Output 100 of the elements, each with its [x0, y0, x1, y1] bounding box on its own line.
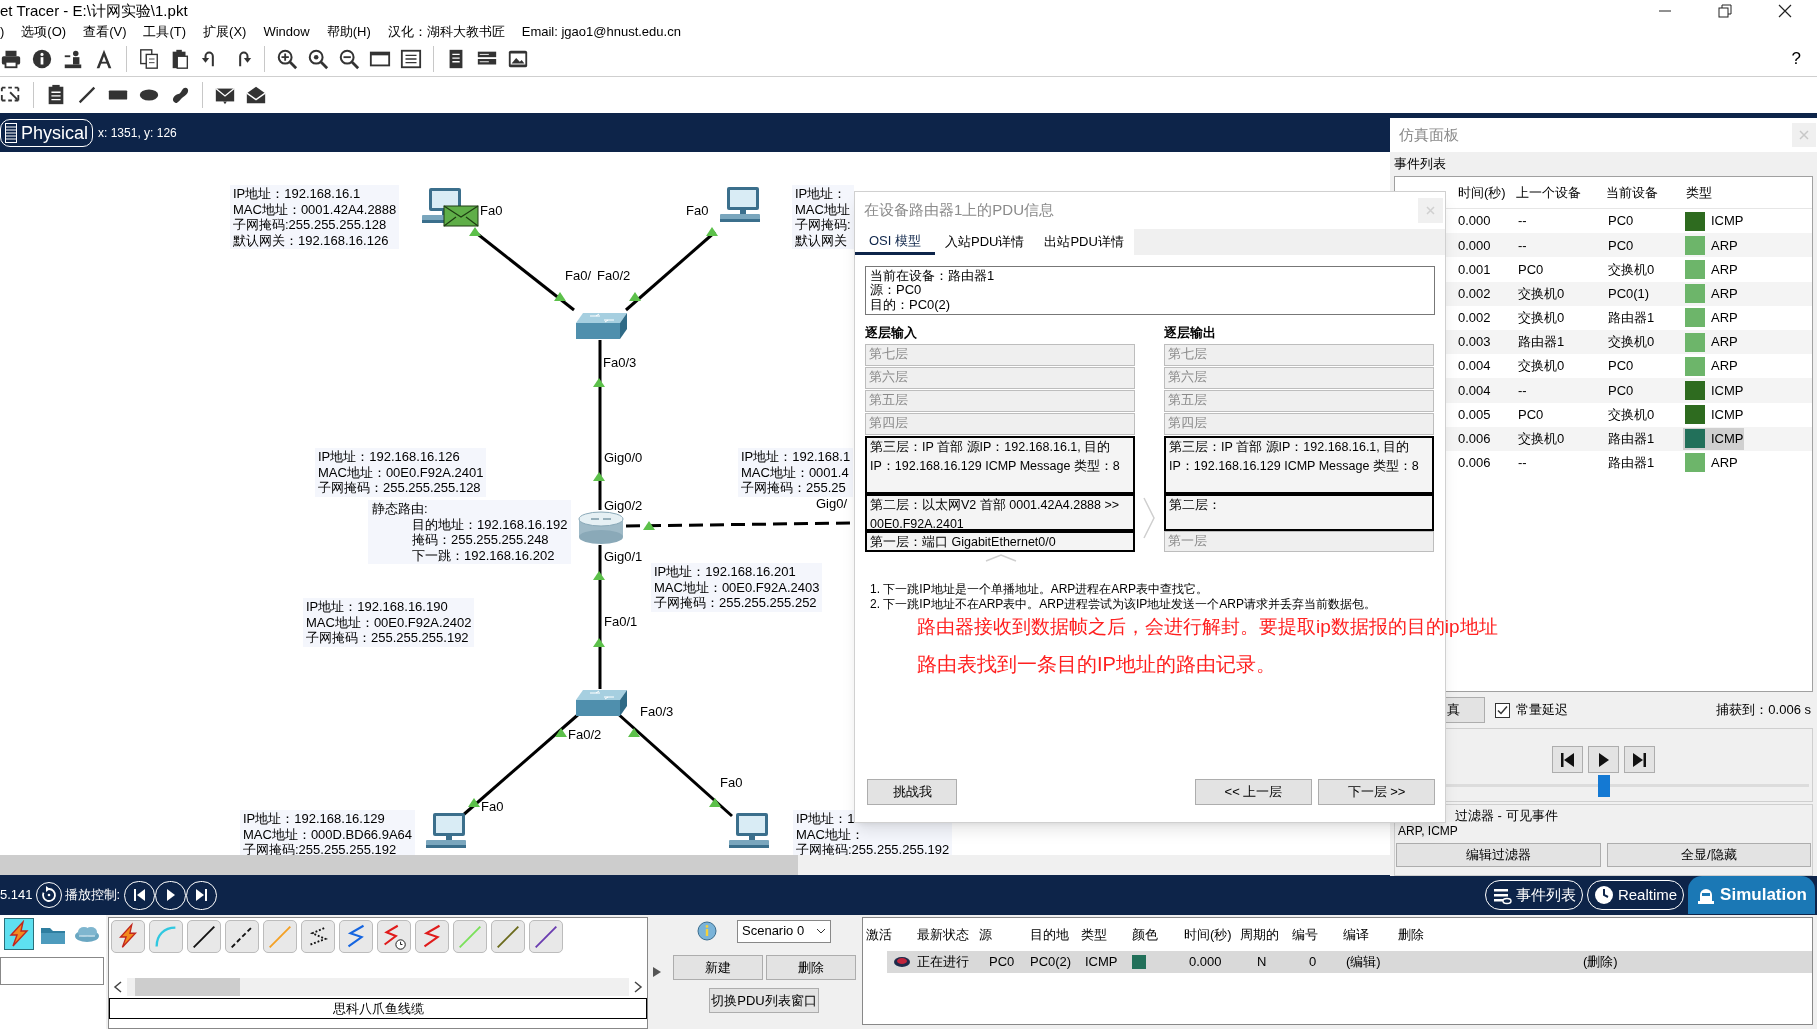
column-header[interactable]: 类型 — [1081, 924, 1132, 945]
scroll-left-icon[interactable] — [113, 981, 123, 993]
layer-row[interactable]: 第三层：IP 首部 源IP：192.168.16.1, 目的IP：192.168.16.129 ICMP Message 类型：8 — [865, 436, 1135, 494]
info-line: MAC地址： — [796, 826, 865, 842]
column-header[interactable]: 时间(秒) — [1455, 182, 1513, 203]
category-button[interactable] — [4, 918, 34, 950]
event-type-cell[interactable]: ICMP — [1683, 403, 1744, 426]
column-header[interactable]: 目的地 — [1030, 924, 1081, 945]
menu-item[interactable]: Window — [263, 22, 310, 42]
layer-row[interactable]: 第二层： — [1164, 494, 1434, 531]
tab[interactable]: 入站PDU详情 — [935, 229, 1035, 255]
scrollbar[interactable] — [0, 855, 1390, 875]
menu-item[interactable]: Email: jgao1@hnust.edu.cn — [521, 22, 681, 42]
table-cell-text: 0.001 — [1457, 260, 1492, 279]
cable-button[interactable] — [529, 920, 563, 953]
forward-button[interactable] — [1624, 746, 1655, 773]
column-header[interactable]: 当前设备 — [1603, 182, 1683, 203]
info-icon[interactable] — [31, 48, 53, 70]
event-type-cell[interactable]: ARP — [1683, 258, 1744, 281]
edit-link[interactable]: (编辑) — [1343, 952, 1583, 972]
tab[interactable]: OSI 模型 — [855, 229, 935, 255]
event-list-button[interactable]: 事件列表 — [1484, 880, 1583, 910]
back-button[interactable] — [1552, 746, 1583, 773]
menu-item[interactable]: 选项(O) — [21, 22, 67, 42]
column-header[interactable]: 激活 — [866, 924, 917, 945]
table-cell-text: 路由器1 — [1607, 309, 1656, 328]
scenario-select[interactable]: Scenario 0 — [737, 919, 831, 943]
event-type-cell[interactable]: ICMP — [1683, 210, 1744, 233]
open-envelope-icon[interactable] — [245, 84, 267, 106]
zoom-out-icon[interactable] — [338, 48, 360, 70]
cable-button[interactable] — [415, 920, 449, 953]
table-cell-text: 0.006 — [1457, 430, 1492, 449]
tab[interactable]: 出站PDU详情 — [1034, 229, 1134, 255]
delete-link[interactable]: (删除) — [1583, 952, 1812, 972]
cable-button[interactable] — [301, 920, 335, 953]
event-type-cell[interactable]: ARP — [1683, 234, 1744, 257]
menu-item[interactable]: 查看(V) — [83, 22, 127, 42]
zoom-in-icon[interactable] — [276, 48, 298, 70]
layer-row[interactable]: 第三层：IP 首部 源IP：192.168.16.1, 目的IP：192.168.16.129 ICMP Message 类型：8 — [1164, 436, 1434, 494]
line-icon[interactable] — [76, 84, 98, 106]
column-header[interactable]: 源 — [979, 924, 1030, 945]
slider-thumb[interactable] — [1597, 775, 1610, 797]
column-header[interactable]: 删除 — [1398, 924, 1812, 945]
physical-button[interactable]: Physical — [0, 118, 94, 147]
column-header[interactable]: 编号 — [1292, 924, 1343, 945]
menu-item[interactable]: ) — [0, 22, 5, 42]
cable-button[interactable] — [111, 920, 145, 953]
image-icon[interactable] — [507, 48, 529, 70]
delete-button[interactable]: 删除 — [765, 955, 856, 980]
column-header[interactable]: 时间(秒) — [1184, 924, 1240, 945]
filter-button[interactable]: 编辑过滤器 — [1396, 843, 1601, 867]
column-header[interactable]: 周期的 — [1240, 924, 1292, 945]
cable-button[interactable] — [187, 920, 221, 953]
play-button[interactable] — [1588, 746, 1619, 773]
filter-button[interactable]: 全显/隐藏 — [1606, 843, 1811, 867]
menu-item[interactable]: 汉化：湖科大教书匠 — [387, 22, 505, 42]
column-header[interactable]: 最新状态 — [917, 924, 979, 945]
menu-item[interactable]: 工具(T) — [143, 22, 187, 42]
column-header[interactable]: 颜色 — [1132, 924, 1184, 945]
zoom-reset-icon[interactable] — [307, 48, 329, 70]
event-type-cell[interactable]: ARP — [1683, 355, 1744, 378]
layer-row[interactable]: 第二层：以太网V2 首部 0001.42A4.2888 >> 00E0.F92A.2401 — [865, 494, 1135, 531]
column-header[interactable]: 上一个设备 — [1513, 182, 1603, 203]
next-layer-button[interactable]: 下一层 >> — [1318, 779, 1435, 805]
search-field[interactable] — [0, 957, 104, 985]
pc-with-envelope-drawing[interactable] — [420, 187, 480, 228]
cable-button[interactable] — [339, 920, 373, 953]
event-type-cell[interactable]: ARP — [1683, 306, 1744, 329]
printer-icon[interactable] — [0, 48, 22, 70]
simulation-button[interactable]: Simulation — [1688, 876, 1815, 914]
list-icon[interactable] — [400, 48, 422, 70]
challenge-button[interactable]: 挑战我 — [867, 779, 957, 805]
copy-icon[interactable] — [138, 48, 160, 70]
type-label: ARP — [1711, 284, 1738, 303]
cable-button[interactable] — [225, 920, 259, 953]
event-type-cell[interactable]: ARP — [1683, 282, 1744, 305]
event-type-cell[interactable]: ARP — [1683, 331, 1744, 354]
column-header[interactable]: 类型 — [1683, 182, 1812, 203]
menu-item[interactable]: 扩展(X) — [203, 22, 247, 42]
column-header[interactable]: 编译 — [1343, 924, 1398, 945]
scrollbar[interactable] — [127, 978, 629, 996]
event-type-cell[interactable]: ICMP — [1683, 427, 1744, 450]
scroll-right-icon[interactable] — [633, 981, 643, 993]
switch-icon[interactable] — [574, 689, 628, 717]
expand-icon[interactable] — [653, 967, 661, 977]
layer-row[interactable]: 第一层：端口 GigabitEthernet0/0 — [865, 531, 1135, 552]
pdu-row[interactable]: 正在进行 PC0 PC0(2) ICMP 0.000 N 0 (编辑) (删除) — [887, 951, 1812, 973]
switch-icon[interactable] — [574, 312, 628, 340]
help-button[interactable]: ? — [1791, 46, 1817, 72]
restore-icon[interactable] — [1715, 1, 1735, 21]
new-button[interactable]: 新建 — [672, 955, 763, 980]
realtime-button[interactable]: Realtime — [1586, 880, 1685, 910]
menu-item[interactable]: 帮助(H) — [326, 22, 371, 42]
event-type-cell[interactable]: ARP — [1683, 451, 1744, 474]
previous-layer-button[interactable]: << 上一层 — [1195, 779, 1312, 805]
checkbox[interactable] — [1495, 702, 1510, 718]
info-line: IP地址：192.168.1 — [741, 449, 851, 465]
event-type-cell[interactable]: ICMP — [1683, 379, 1744, 402]
cable-button[interactable] — [377, 920, 411, 953]
toggle-pdu-list-button[interactable]: 切换PDU列表窗口 — [709, 988, 819, 1013]
